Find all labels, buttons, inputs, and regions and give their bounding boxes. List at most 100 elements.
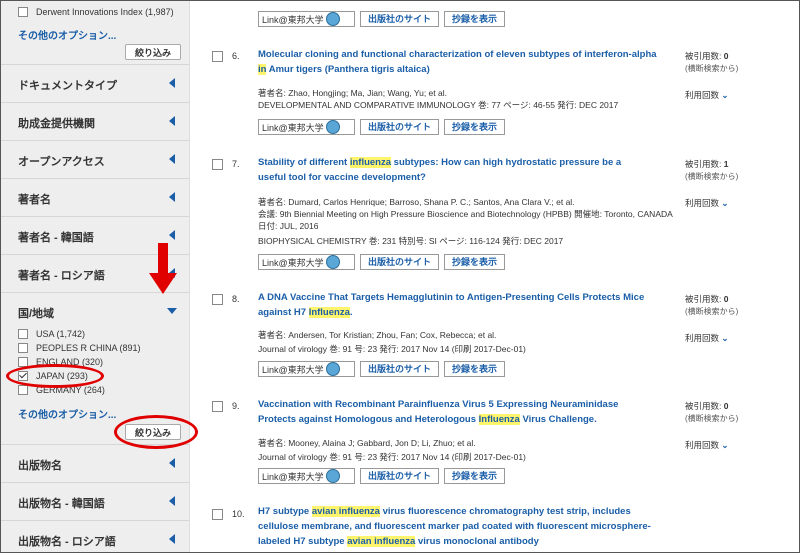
publisher-site-button[interactable]: 出版社のサイト bbox=[360, 468, 440, 484]
citation-source-note: (横断検索から) bbox=[685, 172, 739, 181]
title-text: Stability of different bbox=[258, 157, 350, 168]
usage-label: 利用回数 bbox=[685, 440, 720, 450]
publisher-site-button[interactable]: 出版社のサイト bbox=[360, 361, 440, 377]
link-resolver-label: Link@東邦大学 bbox=[262, 257, 324, 268]
citation-value: 0 bbox=[723, 294, 729, 304]
facet-label: オープンアクセス bbox=[18, 156, 105, 168]
show-abstract-button[interactable]: 抄録を表示 bbox=[444, 361, 506, 377]
record-checkbox[interactable] bbox=[212, 159, 223, 170]
link-resolver-button[interactable]: Link@東邦大学 bbox=[258, 254, 355, 270]
citation-label: 被引用数 bbox=[685, 51, 720, 61]
collapse-arrow-icon bbox=[169, 78, 175, 88]
link-resolver-button[interactable]: Link@東邦大学 bbox=[258, 468, 355, 484]
usage-count-toggle[interactable]: 利用回数 ⌄ bbox=[685, 332, 729, 344]
country-option[interactable]: USA (1,742) bbox=[18, 329, 85, 339]
title-text: . bbox=[349, 307, 353, 318]
chevron-down-icon: ⌄ bbox=[721, 198, 729, 208]
citation-count: 被引用数: 0 bbox=[685, 401, 729, 411]
more-options-link[interactable]: その他のオプション... bbox=[18, 27, 116, 42]
record-number: 6. bbox=[232, 51, 240, 61]
record-checkbox[interactable] bbox=[212, 509, 223, 520]
record-title-link[interactable]: Stability of different influenza subtype… bbox=[258, 155, 648, 185]
record-link-buttons: Link@東邦大学 出版社のサイト 抄録を表示 bbox=[258, 468, 506, 484]
title-text: virus monoclonal antibody bbox=[415, 536, 539, 547]
checkbox[interactable] bbox=[18, 7, 28, 17]
record-link-buttons: Link@東邦大学 出版社のサイト 抄録を表示 bbox=[258, 254, 506, 270]
facet-open-access[interactable]: オープンアクセス bbox=[1, 140, 189, 178]
country-option-label: USA (1,742) bbox=[36, 329, 86, 339]
record-title-link[interactable]: H7 subtype avian influenza virus fluores… bbox=[258, 504, 653, 549]
citation-value: 1 bbox=[723, 159, 729, 169]
usage-count-toggle[interactable]: 利用回数 ⌄ bbox=[685, 439, 729, 451]
record-source: DEVELOPMENTAL AND COMPARATIVE IMMUNOLOGY… bbox=[258, 100, 619, 110]
record-checkbox[interactable] bbox=[212, 51, 223, 62]
filter-option-label: Derwent Innovations Index (1,987) bbox=[36, 7, 174, 17]
link-resolver-label: Link@東邦大学 bbox=[262, 471, 324, 482]
facet-funding-agency[interactable]: 助成金提供機関 bbox=[1, 102, 189, 140]
show-abstract-button[interactable]: 抄録を表示 bbox=[444, 11, 506, 27]
collapse-arrow-icon bbox=[169, 230, 175, 240]
show-abstract-button[interactable]: 抄録を表示 bbox=[444, 254, 506, 270]
facet-publication-title[interactable]: 出版物名 bbox=[1, 444, 189, 482]
citation-count: 被引用数: 0 bbox=[685, 294, 729, 304]
citation-value: 0 bbox=[723, 51, 729, 61]
more-options-link[interactable]: その他のオプション... bbox=[18, 406, 116, 421]
title-text: Virus Challenge. bbox=[519, 414, 597, 425]
usage-count-toggle[interactable]: 利用回数 ⌄ bbox=[685, 197, 729, 209]
record-title-link[interactable]: A DNA Vaccine That Targets Hemagglutinin… bbox=[258, 290, 653, 320]
collapse-arrow-icon bbox=[169, 458, 175, 468]
checkbox[interactable] bbox=[18, 329, 28, 339]
title-text: Amur tigers (Panthera tigris altaica) bbox=[266, 64, 430, 75]
link-resolver-label: Link@東邦大学 bbox=[262, 14, 324, 25]
collapse-arrow-icon bbox=[169, 496, 175, 506]
results-list: Link@東邦大学 出版社のサイト 抄録を表示 6. Molecular clo… bbox=[190, 1, 799, 552]
citation-source-note: (横断検索から) bbox=[685, 307, 739, 316]
chevron-down-icon: ⌄ bbox=[721, 333, 729, 343]
record-title-link[interactable]: Vaccination with Recombinant Parainfluen… bbox=[258, 397, 653, 427]
link-resolver-button[interactable]: Link@東邦大学 bbox=[258, 361, 355, 377]
filter-option-derwent[interactable]: Derwent Innovations Index (1,987) bbox=[18, 7, 174, 17]
title-text: Molecular cloning and functional charact… bbox=[258, 49, 657, 60]
record-checkbox[interactable] bbox=[212, 294, 223, 305]
link-resolver-button[interactable]: Link@東邦大学 bbox=[258, 119, 355, 135]
checkbox[interactable] bbox=[18, 385, 28, 395]
usage-count-toggle[interactable]: 利用回数 ⌄ bbox=[685, 89, 729, 101]
checkbox[interactable] bbox=[18, 343, 28, 353]
record-conference: 会議: 9th Biennial Meeting on High Pressur… bbox=[258, 209, 673, 231]
title-highlight: avian influenza bbox=[347, 536, 416, 547]
show-abstract-button[interactable]: 抄録を表示 bbox=[444, 119, 506, 135]
collapse-arrow-icon bbox=[169, 534, 175, 544]
chevron-down-icon: ⌄ bbox=[721, 90, 729, 100]
facet-document-type[interactable]: ドキュメントタイプ bbox=[1, 64, 189, 102]
facet-label: 出版物名 - ロシア語 bbox=[18, 536, 116, 548]
facet-publication-title-korean[interactable]: 出版物名 - 韓国語 bbox=[1, 482, 189, 520]
citation-source-note: (横断検索から) bbox=[685, 64, 739, 73]
facet-label[interactable]: 国/地域 bbox=[18, 305, 54, 321]
refine-sidebar: Derwent Innovations Index (1,987) その他のオプ… bbox=[1, 1, 198, 552]
record-source: Journal of virology 巻: 91 号: 23 発行: 2017… bbox=[258, 452, 526, 462]
country-option[interactable]: PEOPLES R CHINA (891) bbox=[18, 343, 141, 353]
facet-label: ドキュメントタイプ bbox=[18, 80, 117, 92]
title-highlight: Influenza bbox=[308, 307, 350, 318]
facet-publication-title-russian[interactable]: 出版物名 - ロシア語 bbox=[1, 520, 189, 552]
citation-label: 被引用数 bbox=[685, 159, 720, 169]
publisher-site-button[interactable]: 出版社のサイト bbox=[360, 119, 440, 135]
citation-source-note: (横断検索から) bbox=[685, 414, 739, 423]
link-resolver-button[interactable]: Link@東邦大学 bbox=[258, 11, 355, 27]
show-abstract-button[interactable]: 抄録を表示 bbox=[444, 468, 506, 484]
facet-label: 出版物名 - 韓国語 bbox=[18, 498, 105, 510]
record-checkbox[interactable] bbox=[212, 401, 223, 412]
globe-icon bbox=[325, 469, 340, 483]
chevron-down-icon: ⌄ bbox=[721, 440, 729, 450]
record-link-buttons: Link@東邦大学 出版社のサイト 抄録を表示 bbox=[258, 361, 506, 377]
expand-arrow-icon[interactable] bbox=[167, 308, 177, 314]
refine-button[interactable]: 絞り込み bbox=[125, 44, 181, 60]
facet-authors[interactable]: 著者名 bbox=[1, 178, 189, 216]
publisher-site-button[interactable]: 出版社のサイト bbox=[360, 11, 440, 27]
record-authors: 著者名: Dumard, Carlos Henrique; Barroso, S… bbox=[258, 197, 575, 207]
publisher-site-button[interactable]: 出版社のサイト bbox=[360, 254, 440, 270]
collapse-arrow-icon bbox=[169, 192, 175, 202]
record-title-link[interactable]: Molecular cloning and functional charact… bbox=[258, 47, 658, 77]
record-source: Journal of virology 巻: 91 号: 23 発行: 2017… bbox=[258, 344, 526, 354]
screenshot-frame: Derwent Innovations Index (1,987) その他のオプ… bbox=[0, 0, 800, 553]
